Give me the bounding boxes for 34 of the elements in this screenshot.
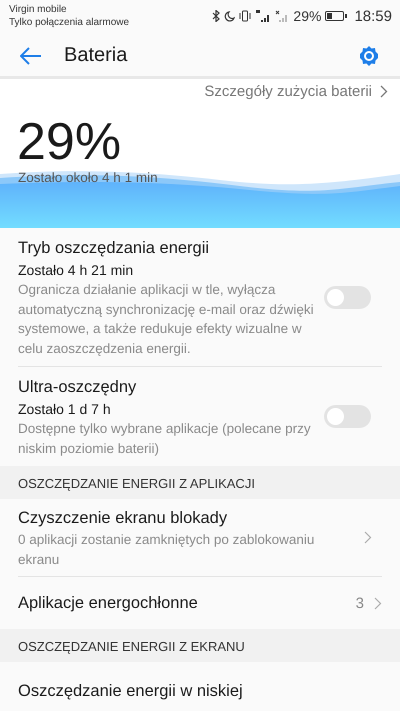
battery-icon (325, 11, 348, 21)
page-title: Bateria (64, 44, 128, 67)
remaining-time: Zostało około 4 h 1 min (18, 170, 158, 185)
signal-icon (275, 10, 290, 22)
clock: 18:59 (354, 8, 392, 24)
usage-details-link[interactable]: Szczegóły zużycia baterii (0, 79, 400, 100)
setting-title: Tryb oszczędzania energii (18, 238, 210, 259)
vibrate-icon (239, 10, 252, 22)
back-arrow-icon[interactable] (20, 46, 42, 64)
setting-title: Ultra-oszczędny (18, 377, 138, 398)
carrier-note: Tylko połączenia alarmowe (9, 16, 130, 29)
setting-subtitle: Zostało 1 d 7 h (18, 400, 112, 419)
settings-icon[interactable] (358, 44, 380, 66)
battery-percent: 29% (293, 8, 322, 24)
setting-title: Czyszczenie ekranu blokady (18, 508, 228, 529)
moon-icon (224, 10, 236, 22)
carrier-name: Virgin mobile (9, 3, 68, 16)
setting-subtitle: Zostało 4 h 21 min (18, 261, 134, 280)
setting-description: 0 aplikacji zostanie zamkniętych po zablokowaniu ekranu (18, 531, 316, 568)
chevron-icon (380, 85, 388, 98)
section-heading: OSZCZĘDZANIE ENERGII Z EKRANU (0, 629, 400, 662)
chevron-icon (364, 531, 372, 544)
setting-description: Dostępne tylko wybrane aplikacje (polecane przy niskim poziomie baterii) (18, 420, 312, 458)
section-heading: OSZCZĘDZANIE ENERGII Z APLIKACJI (0, 466, 400, 499)
setting-description: Ogranicza działanie aplikacji w tle, wyłącza automatyczną synchronizację e-mail oraz dźwięki systemowe, a także redukuje efekty wizualne w celu zaoszczędzenia energii. (18, 281, 314, 358)
setting-value: 3 (356, 594, 364, 612)
battery-percentage: 29% (16, 112, 122, 170)
chevron-icon (374, 596, 382, 610)
setting-title: Aplikacje energochłonne (18, 593, 199, 614)
toggle-switch[interactable] (324, 286, 371, 308)
setting-title: Oszczędzanie energii w niskiej (18, 681, 244, 702)
bluetooth-icon (212, 10, 220, 22)
toggle-switch[interactable] (324, 405, 371, 428)
signal-icon (255, 10, 272, 22)
